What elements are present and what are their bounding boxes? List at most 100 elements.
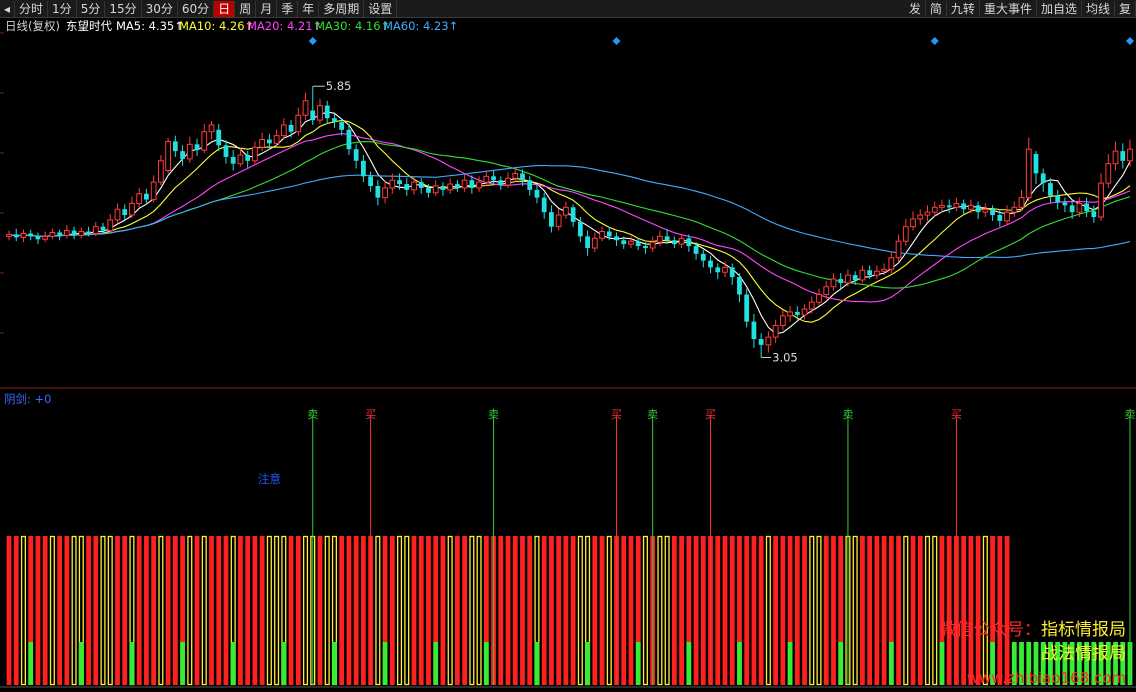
period-tab-11[interactable]: 多周期 (319, 0, 365, 17)
candle-body (562, 206, 569, 216)
candle-body (1055, 195, 1061, 203)
candle-body (794, 311, 800, 315)
buy-signal-label: 买 (365, 408, 376, 421)
collapse-arrow-icon[interactable]: ◂ (0, 0, 16, 17)
signal-bar-red (346, 536, 352, 685)
candle-body (751, 321, 757, 340)
candle-body (100, 226, 106, 231)
signal-bar-red (411, 536, 417, 685)
period-tab-8[interactable]: 月 (256, 0, 278, 17)
candle-body (686, 238, 692, 247)
candle-body (397, 180, 402, 185)
candle-body (136, 193, 143, 204)
signal-bar-red (6, 536, 12, 685)
signal-bar-yellow (49, 535, 55, 686)
period-tab-7[interactable]: 周 (235, 0, 257, 17)
period-tab-1[interactable]: 1分 (48, 0, 77, 17)
signal-bar-red (860, 536, 865, 685)
period-tab-4[interactable]: 30分 (142, 0, 178, 17)
candle-body (13, 234, 19, 238)
volume-green-bar (1019, 642, 1024, 685)
toolbar-right-3[interactable]: 重大事件 (980, 0, 1037, 17)
volume-green-bar (838, 642, 844, 685)
period-tab-2[interactable]: 5分 (77, 0, 106, 17)
signal-bar-yellow (606, 535, 612, 686)
signal-bar-red (917, 536, 923, 685)
candle-body (86, 231, 91, 234)
candle-body (1025, 148, 1032, 199)
period-tab-3[interactable]: 15分 (105, 0, 142, 17)
toolbar-right-0[interactable]: 发 (905, 0, 926, 17)
candle-body (1011, 206, 1018, 213)
signal-bar-yellow (577, 535, 583, 686)
candle-body (353, 149, 359, 161)
volume-green-bar (483, 642, 489, 685)
candle-body (549, 212, 554, 227)
signal-bar-red (671, 536, 677, 685)
candle-body (657, 235, 663, 243)
candle-body (591, 237, 598, 249)
volume-green-bar (686, 642, 692, 685)
candle-body (621, 240, 627, 245)
period-tab-12[interactable]: 设置 (364, 0, 398, 17)
signal-bar-red (353, 536, 359, 685)
candle-body (368, 176, 373, 186)
signal-bar-red (418, 536, 424, 685)
period-tab-9[interactable]: 季 (277, 0, 299, 17)
candle-body (917, 214, 924, 220)
toolbar-right-6[interactable]: 复 (1115, 0, 1136, 17)
candle-body (664, 236, 670, 241)
signal-bar-red (165, 536, 171, 685)
signal-bar-red (946, 536, 952, 685)
header-ma-1: MA10: 4.26↑ (179, 19, 254, 33)
volume-green-bar (1011, 642, 1017, 685)
candle-body (881, 268, 887, 272)
volume-green-bar (635, 642, 641, 685)
period-tab-6[interactable]: 日 (214, 0, 236, 17)
signal-bar-yellow (158, 535, 164, 686)
toolbar-right-2[interactable]: 九转 (947, 0, 980, 17)
toolbar-right-4[interactable]: 加自选 (1037, 0, 1082, 17)
sell-signal-label: 卖 (488, 408, 499, 421)
candle-body (910, 218, 916, 228)
signal-bar-red (556, 536, 562, 685)
volume-green-bar (180, 642, 185, 685)
event-diamond-icon (930, 37, 939, 45)
period-tab-10[interactable]: 年 (298, 0, 320, 17)
volume-green-bar (230, 642, 236, 685)
candle-body (1048, 183, 1053, 196)
signal-bar-red (86, 536, 91, 685)
candle-body (382, 187, 388, 199)
period-tab-5[interactable]: 60分 (178, 0, 215, 17)
signal-bar-yellow (71, 535, 77, 686)
signal-bar-red (867, 536, 873, 685)
candle-body (1076, 202, 1083, 213)
event-diamond-icon (612, 37, 621, 45)
candle-body (71, 230, 77, 236)
signal-bar-yellow (302, 535, 309, 686)
candle-body (426, 187, 431, 193)
signal-bar-yellow (657, 535, 663, 686)
signal-bar-red (223, 536, 229, 685)
signal-bar-yellow (924, 535, 931, 686)
candle-body (35, 236, 41, 240)
toolbar-right-5[interactable]: 均线 (1082, 0, 1115, 17)
candle-body (375, 186, 381, 198)
header-period: 日线(复权) (5, 19, 60, 33)
candle-body (1040, 173, 1046, 184)
signal-bar-yellow (20, 535, 27, 686)
candle-body (252, 146, 258, 162)
candle-body (867, 270, 873, 276)
candle-body (1069, 205, 1075, 213)
signal-bar-red (252, 536, 258, 685)
volume-green-bar (129, 642, 135, 685)
candle-body (599, 231, 605, 239)
toolbar-right-1[interactable]: 简 (926, 0, 947, 17)
candle-body (541, 197, 547, 213)
period-tab-0[interactable]: 分时 (15, 0, 49, 17)
signal-bar-red (93, 536, 99, 685)
candle-body (208, 124, 215, 133)
candle-body (20, 232, 27, 238)
signal-bar-red (426, 536, 431, 685)
candle-body (961, 203, 967, 210)
